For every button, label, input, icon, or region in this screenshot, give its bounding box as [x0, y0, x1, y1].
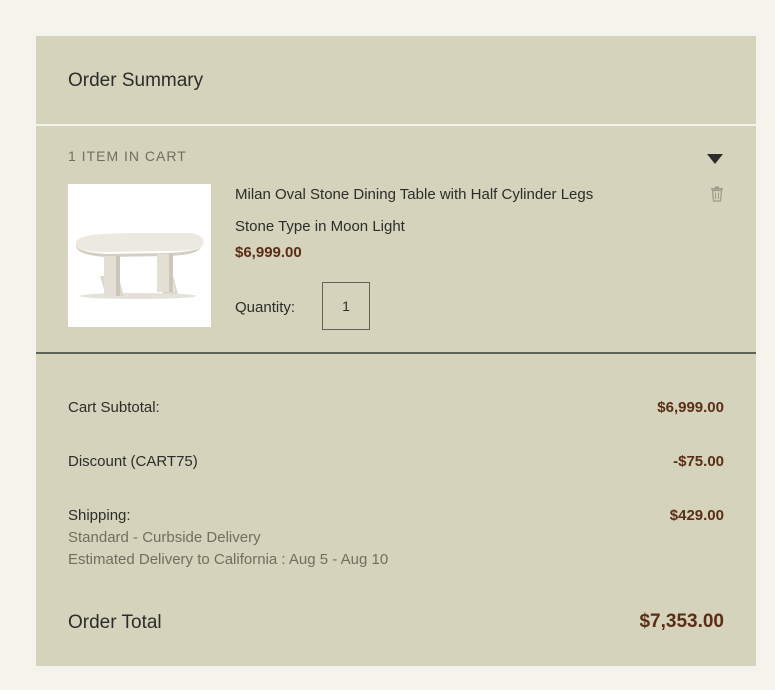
caret-down-icon[interactable]: [707, 154, 723, 164]
order-summary-header: Order Summary: [36, 36, 756, 126]
quantity-label: Quantity:: [235, 299, 296, 316]
cart-items-section: 1 ITEM IN CART Milan Oval Stone Dining T…: [36, 126, 756, 354]
shipping-label: Shipping:: [68, 507, 131, 524]
order-summary-title: Order Summary: [68, 70, 204, 91]
items-in-cart-label: 1 ITEM IN CART: [68, 148, 187, 164]
shipping-method: Standard - Curbside Delivery: [68, 529, 261, 546]
cart-subtotal-label: Cart Subtotal:: [68, 399, 160, 416]
order-total-value: $7,353.00: [639, 611, 724, 632]
order-summary-panel: Order Summary 1 ITEM IN CART Milan Oval …: [36, 36, 756, 666]
product-image: [68, 184, 211, 327]
cart-subtotal-value: $6,999.00: [657, 399, 724, 416]
discount-value: -$75.00: [673, 453, 724, 470]
shipping-value: $429.00: [669, 507, 724, 524]
product-price: $6,999.00: [235, 244, 302, 261]
product-variant: Stone Type in Moon Light: [235, 218, 405, 235]
order-total-label: Order Total: [68, 612, 162, 633]
trash-icon[interactable]: [710, 186, 724, 202]
discount-label: Discount (CART75): [68, 453, 198, 470]
dining-table-illustration: [75, 233, 204, 299]
quantity-input[interactable]: [322, 282, 370, 330]
product-name[interactable]: Milan Oval Stone Dining Table with Half …: [235, 186, 593, 203]
shipping-estimate: Estimated Delivery to California : Aug 5…: [68, 551, 389, 568]
